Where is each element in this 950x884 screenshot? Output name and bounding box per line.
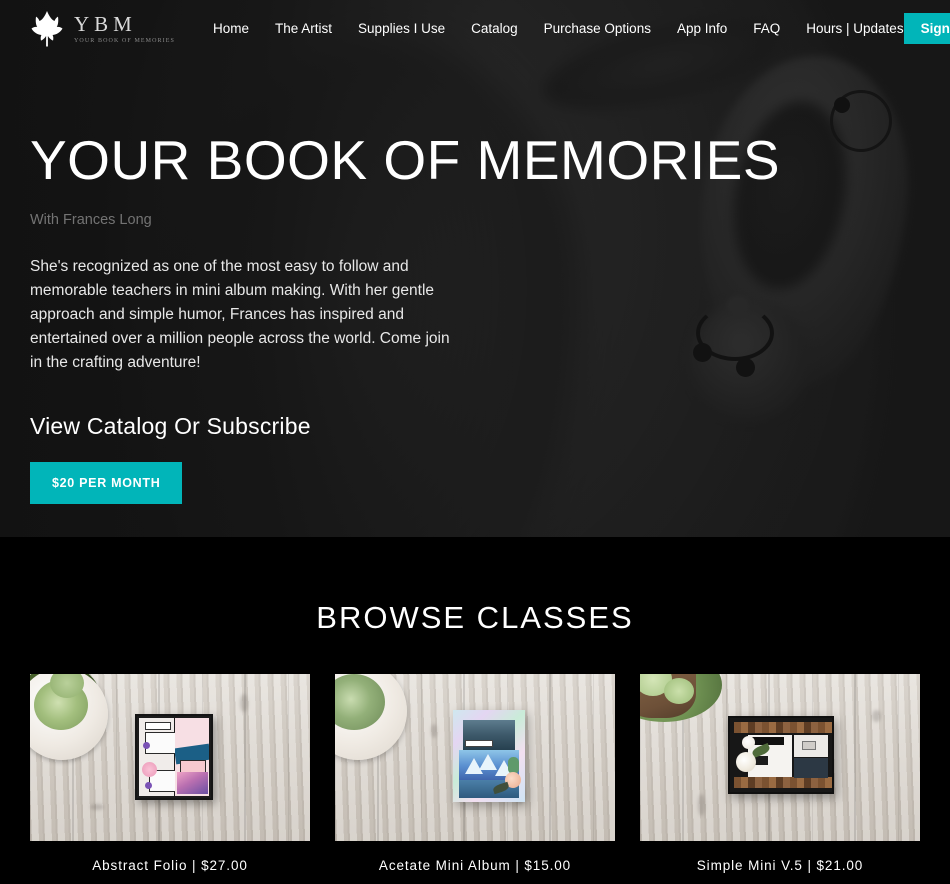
hero-cta-heading: View Catalog Or Subscribe <box>30 412 311 439</box>
hero-content: YOUR BOOK OF MEMORIES With Frances Long … <box>0 129 950 504</box>
class-card-image[interactable] <box>335 674 615 841</box>
page-title: YOUR BOOK OF MEMORIES <box>30 129 781 191</box>
browse-classes-section: BROWSE CLASSES Abstract Folio | $27.00 A… <box>0 537 950 873</box>
class-card-image[interactable] <box>640 674 920 841</box>
album-artwork <box>135 714 213 800</box>
class-card-simple-mini-v5[interactable]: Simple Mini V.5 | $21.00 <box>640 674 920 873</box>
flower-embellishment <box>142 762 157 777</box>
nav-item-home[interactable]: Home <box>213 21 249 36</box>
sign-in-button[interactable]: Sign In <box>903 13 950 44</box>
album-title-tag <box>145 722 171 730</box>
wood-knot <box>431 724 437 738</box>
nav-item-hours-updates[interactable]: Hours | Updates <box>806 21 903 36</box>
wood-knot <box>698 794 705 816</box>
wood-knot <box>872 710 881 722</box>
hero-section: YBM YOUR BOOK OF MEMORIES Home The Artis… <box>0 0 950 537</box>
hero-paragraph: She's recognized as one of the most easy… <box>30 257 450 371</box>
class-card-caption: Simple Mini V.5 | $21.00 <box>696 858 864 873</box>
succulent-plant-small <box>664 678 694 704</box>
sunset-photo <box>176 772 208 794</box>
nav-item-purchase-options[interactable]: Purchase Options <box>544 21 651 36</box>
class-card-image[interactable] <box>30 674 310 841</box>
album-artwork <box>728 716 834 794</box>
nav-links: Home The Artist Supplies I Use Catalog P… <box>213 21 904 36</box>
class-card-acetate-mini-album[interactable]: Acetate Mini Album | $15.00 <box>335 674 615 873</box>
album-title-label <box>465 740 493 747</box>
wood-knot <box>90 804 104 810</box>
dot-embellishment <box>145 782 152 789</box>
album-left-page <box>139 718 193 796</box>
top-navigation-bar: YBM YOUR BOOK OF MEMORIES Home The Artis… <box>0 0 950 57</box>
nav-item-catalog[interactable]: Catalog <box>471 21 518 36</box>
class-card-grid: Abstract Folio | $27.00 Acetate Mini Alb… <box>30 674 920 873</box>
brand-logo[interactable]: YBM YOUR BOOK OF MEMORIES <box>30 10 180 48</box>
brand-text-block: YBM YOUR BOOK OF MEMORIES <box>74 13 175 43</box>
leaf-icon <box>30 10 64 48</box>
album-right-page <box>174 718 209 796</box>
brand-tagline: YOUR BOOK OF MEMORIES <box>74 37 175 44</box>
wood-knot <box>240 694 248 712</box>
class-card-abstract-folio[interactable]: Abstract Folio | $27.00 <box>30 674 310 873</box>
album-artwork <box>453 710 525 802</box>
rose-embellishment-small <box>742 736 755 749</box>
album-photo-mat <box>802 741 816 750</box>
brand-title: YBM <box>74 12 137 37</box>
wood-grain-border-bottom <box>734 777 832 788</box>
nav-item-the-artist[interactable]: The Artist <box>275 21 332 36</box>
nav-item-supplies-i-use[interactable]: Supplies I Use <box>358 21 445 36</box>
dot-embellishment <box>143 742 150 749</box>
class-card-caption: Abstract Folio | $27.00 <box>92 858 248 873</box>
hero-subtitle: With Frances Long <box>30 211 152 228</box>
nav-item-app-info[interactable]: App Info <box>677 21 727 36</box>
nav-item-faq[interactable]: FAQ <box>753 21 780 36</box>
class-card-caption: Acetate Mini Album | $15.00 <box>378 858 572 873</box>
subscribe-price-button[interactable]: $20 PER MONTH <box>30 461 183 504</box>
rose-embellishment <box>736 752 756 772</box>
wood-grain-border-top <box>734 722 832 733</box>
browse-classes-heading: BROWSE CLASSES <box>316 600 634 635</box>
album-dark-panel <box>794 758 828 778</box>
